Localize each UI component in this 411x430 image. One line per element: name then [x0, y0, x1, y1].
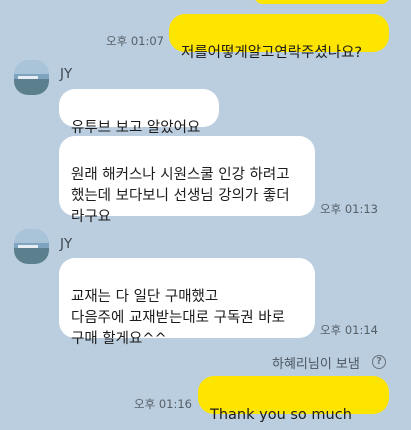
sent-by-label: 하혜리님이 보냄: [272, 357, 360, 372]
chat-area: 오후 01:07 저를어떻게알고연락주셨나요? JY 유투브 보고 알았어요 원…: [0, 0, 411, 430]
message-text: Thank you so much: [210, 407, 352, 423]
avatar[interactable]: [14, 229, 49, 264]
avatar[interactable]: [14, 60, 49, 95]
message-text: 저를어떻게알고연락주셨나요?: [181, 45, 363, 61]
outgoing-message-bubble[interactable]: [254, 0, 390, 4]
message-time: 오후 01:16: [134, 397, 192, 411]
sender-name: JY: [60, 236, 73, 252]
message-time: 오후 01:14: [320, 323, 378, 337]
incoming-message-bubble[interactable]: 유투브 보고 알았어요: [59, 89, 219, 136]
outgoing-message-bubble[interactable]: 저를어떻게알고연락주셨나요?: [169, 14, 389, 61]
sender-name: JY: [60, 66, 73, 82]
outgoing-message-bubble[interactable]: Thank you so much ❤: [198, 376, 389, 430]
incoming-message-bubble[interactable]: 교재는 다 일단 구매했고 다음주에 교재받는대로 구독권 바로 구매 할게요^…: [59, 258, 315, 347]
message-text: 유투브 보고 알았어요: [71, 120, 201, 136]
help-icon[interactable]: ?: [372, 355, 386, 369]
incoming-message-bubble[interactable]: 원래 해커스나 시원스쿨 인강 하려고 했는데 보다보니 선생님 강의가 좋더 …: [59, 136, 315, 225]
profile-photo-icon: [14, 60, 49, 95]
profile-photo-icon: [14, 229, 49, 264]
message-time: 오후 01:07: [106, 34, 164, 48]
message-time: 오후 01:13: [320, 202, 378, 216]
message-text: 원래 해커스나 시원스쿨 인강 하려고 했는데 보다보니 선생님 강의가 좋더 …: [71, 167, 290, 225]
message-text: 교재는 다 일단 구매했고 다음주에 교재받는대로 구독권 바로 구매 할게요^…: [71, 289, 285, 347]
